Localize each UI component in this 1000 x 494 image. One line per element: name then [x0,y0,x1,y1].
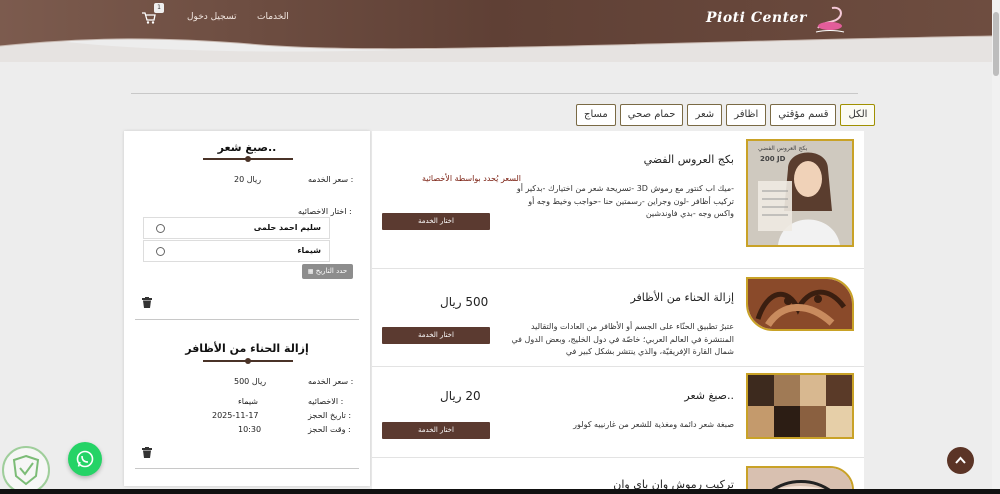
scrollbar-thumb[interactable] [993,12,999,76]
service-image[interactable] [746,373,854,439]
service-description: -ميك اب كنتور مع رموش 3D -تسريحة شعر من … [516,184,734,218]
trash-icon[interactable] [142,297,152,308]
cart-item-separator [135,468,359,469]
whatsapp-icon [76,450,94,468]
booking-date-label: تاريخ الحجز : [308,411,352,420]
brand-swirl-icon [815,6,845,33]
chevron-up-icon [955,456,966,464]
brand-name: Pioti Center [706,10,807,26]
booking-time-label: وقت الحجز : [308,425,351,434]
tab-bath[interactable]: حمام صحي [619,104,684,126]
tab-nails[interactable]: اظافر [726,104,767,126]
booking-date-value: 2025-11-17 [212,411,259,420]
section-divider [131,93,858,94]
cart-icon[interactable] [142,12,156,24]
specialist-label: الاخصائيه : [308,397,344,406]
service-image[interactable]: بكج العروس الفضي 200 JD [746,139,854,247]
henna-hands-image [748,279,852,329]
service-image[interactable] [746,277,854,331]
nav-services-link[interactable]: الخدمات [257,12,289,22]
price-note: السعر يُحدد بواسطة الأخصائية [422,174,522,183]
tab-hair[interactable]: شعر [687,104,723,126]
site-header: Pioti Center الخدمات تسجيل دخول 1 [0,0,992,62]
image-caption: بكج العروس الفضي [758,145,808,152]
cart-count-badge: 1 [154,3,164,13]
scroll-to-top-button[interactable] [947,447,974,474]
price-value: 20 ريال [234,175,262,184]
service-list: بكج العروس الفضي 200 JD بكج العروس الفضي… [372,131,864,494]
specialist-value: شيماء [238,397,258,406]
booking-time-value: 10:30 [238,425,262,434]
brand-logo[interactable]: Pioti Center [706,4,846,38]
choose-service-button[interactable]: اختار الخدمة [382,327,490,344]
price-label: سعر الخدمه : [308,175,354,184]
image-price-badge: 200 JD [760,155,786,163]
specialist-radio[interactable] [156,247,165,256]
service-price: 20 ريال [440,389,481,403]
booking-cart-panel: صبغ شعر.. سعر الخدمه : 20 ريال اختار الا… [124,131,370,486]
service-title: بكج العروس الفضي [643,153,734,166]
page-scrollbar[interactable] [992,0,1000,494]
service-card: صبغ شعر.. صبغة شعر دائمة ومغذية للشعر من… [372,367,864,458]
cart-item-separator [135,319,359,320]
title-underline [203,358,293,364]
hair-color-image [748,375,852,437]
title-underline [203,156,293,162]
tab-temporary[interactable]: قسم مؤقتي [770,104,837,126]
specialist-name: سليم احمد حلمى [253,223,321,232]
service-title: إزالة الحناء من الأظافر [630,291,734,304]
service-description: صبغة شعر دائمة ومغذية للشعر من غارنييه ك… [573,420,734,429]
specialist-radio[interactable] [156,224,165,233]
specialist-name: شيماء [297,246,321,255]
whatsapp-button[interactable] [68,442,102,476]
shield-icon [12,454,40,486]
price-value: 500 ريال [234,377,267,386]
choose-service-button[interactable]: اختار الخدمة [382,422,490,439]
service-price: 500 ريال [440,295,489,309]
service-title: صبغ شعر.. [684,389,734,402]
cart-item-title: صبغ شعر.. [217,141,277,154]
specialist-option[interactable]: سليم احمد حلمى [143,217,330,239]
trash-icon[interactable] [142,447,152,458]
price-label: سعر الخدمه : [308,377,354,386]
calendar-icon: ▦ [307,268,314,275]
cart-item-title: إزالة الحناء من الأظافر [185,342,309,355]
category-tabs: الكل قسم مؤقتي اظافر شعر حمام صحي مساج [576,104,876,126]
select-date-button[interactable]: ▦ حدد التاريخ [302,264,353,279]
service-description: عتبرُ تطبيق الحنّاء على الجسم أو الأظافر… [511,322,734,356]
choose-service-button[interactable]: اختار الخدمة [382,213,490,230]
specialist-option[interactable]: شيماء [143,240,330,262]
service-card: بكج العروس الفضي 200 JD بكج العروس الفضي… [372,131,864,269]
service-card: إزالة الحناء من الأظافر عتبرُ تطبيق الحن… [372,269,864,367]
select-date-label: حدد التاريخ [315,267,348,275]
bottom-edge [0,489,1000,494]
nav-login-link[interactable]: تسجيل دخول [187,12,237,22]
choose-specialist-label: اختار الاخصائيه : [298,207,352,216]
watermark-logo [2,446,50,494]
tab-all[interactable]: الكل [840,104,876,126]
tab-massage[interactable]: مساج [576,104,616,126]
